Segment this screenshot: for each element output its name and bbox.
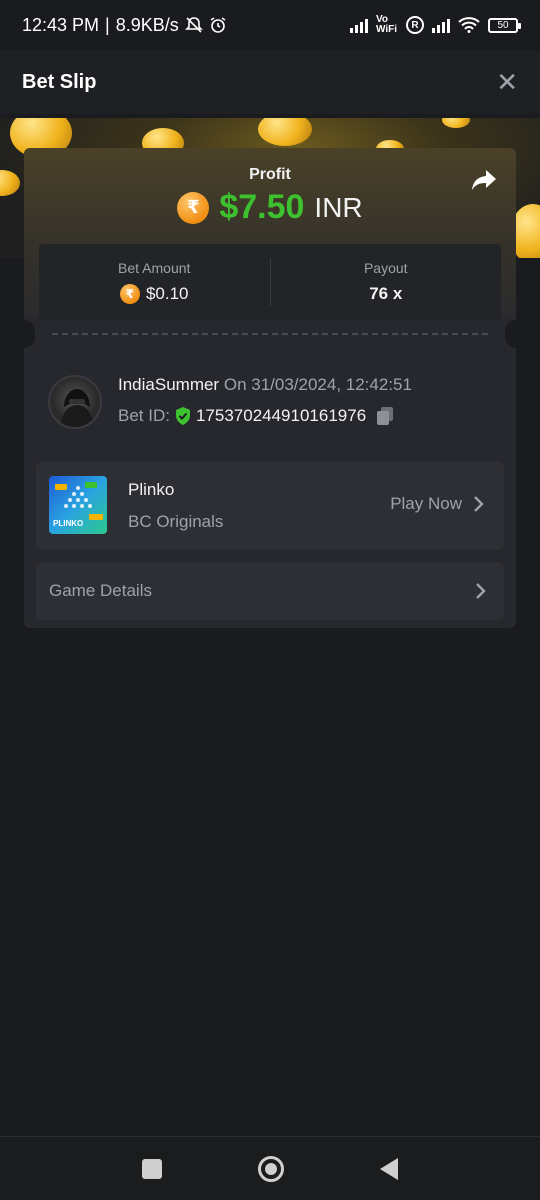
bet-amount-value: $0.10 bbox=[145, 284, 189, 303]
chevron-right-icon bbox=[476, 583, 486, 599]
bet-date: On 31/03/2024, 12:42:51 bbox=[223, 375, 412, 394]
status-left: 12:43 PM | 8.9KB/s bbox=[22, 15, 227, 36]
bet-slip-card: Profit ₹ $7.50 INR Bet Amount ₹ $0.10 Pa… bbox=[24, 148, 516, 628]
status-net-speed: 8.9KB/s bbox=[115, 14, 179, 35]
bet-id-value: 175370244910161976 bbox=[195, 406, 367, 425]
game-name: Plinko bbox=[128, 480, 175, 499]
rupee-coin-icon: ₹ bbox=[119, 284, 140, 304]
profit-currency: INR bbox=[314, 191, 363, 223]
bet-id-label: Bet ID: bbox=[118, 406, 170, 425]
game-thumbnail[interactable]: PLINKO bbox=[49, 476, 107, 534]
battery-icon: 50 bbox=[488, 17, 521, 33]
status-bar: 12:43 PM | 8.9KB/s Vo WiFi R 50 bbox=[0, 0, 540, 50]
avatar[interactable] bbox=[48, 375, 102, 429]
bet-amount-label: Bet Amount bbox=[118, 260, 191, 276]
user-name[interactable]: IndiaSummer bbox=[118, 375, 219, 394]
status-right: Vo WiFi R 50 bbox=[350, 14, 521, 35]
bet-amount-column: Bet Amount ₹ $0.10 bbox=[39, 244, 270, 320]
chevron-right-icon bbox=[474, 496, 484, 512]
back-button[interactable] bbox=[380, 1157, 398, 1180]
signal-icon-2 bbox=[432, 17, 450, 33]
bet-summary: Bet Amount ₹ $0.10 Payout 76 x bbox=[39, 244, 501, 320]
header: Bet Slip ✕ bbox=[0, 50, 540, 114]
alarm-icon bbox=[210, 17, 226, 33]
payout-value: 76 x bbox=[369, 284, 403, 303]
game-row[interactable]: PLINKO Plinko BC Originals Play Now bbox=[36, 462, 504, 550]
payout-label: Payout bbox=[363, 260, 408, 276]
bet-amount-value-row: ₹ $0.10 bbox=[119, 284, 189, 304]
status-time: 12:43 PM bbox=[22, 14, 100, 35]
vowifi-icon: Vo WiFi bbox=[376, 14, 398, 35]
bet-id-row: Bet ID: 175370244910161976 bbox=[118, 406, 394, 426]
user-info: IndiaSummer On 31/03/2024, 12:42:51 Bet … bbox=[48, 373, 492, 429]
coin-decoration bbox=[0, 170, 20, 196]
profit-label: Profit bbox=[249, 166, 291, 183]
hooded-user-icon bbox=[60, 389, 94, 427]
recents-button[interactable] bbox=[142, 1158, 162, 1179]
share-icon[interactable] bbox=[470, 168, 498, 192]
game-thumb-label: PLINKO bbox=[53, 519, 84, 528]
r-icon: R bbox=[406, 16, 424, 34]
system-nav-bar bbox=[0, 1136, 540, 1200]
profit-section: Profit ₹ $7.50 INR Bet Amount ₹ $0.10 Pa… bbox=[24, 148, 516, 320]
game-details-label: Game Details bbox=[49, 581, 152, 600]
signal-icon bbox=[350, 17, 368, 33]
wifi-icon bbox=[458, 17, 480, 33]
copy-icon[interactable] bbox=[376, 406, 394, 426]
mute-bell-icon bbox=[184, 17, 203, 33]
play-now-button[interactable]: Play Now bbox=[390, 494, 484, 514]
ticket-separator bbox=[24, 320, 516, 350]
coin-decoration bbox=[442, 118, 470, 128]
status-separator: | bbox=[105, 14, 110, 35]
home-button[interactable] bbox=[258, 1155, 284, 1182]
profit-row: ₹ $7.50 INR bbox=[24, 188, 516, 227]
play-now-label: Play Now bbox=[390, 494, 462, 513]
close-button[interactable]: ✕ bbox=[496, 69, 518, 95]
payout-column: Payout 76 x bbox=[271, 244, 502, 320]
verified-shield-icon bbox=[175, 407, 190, 425]
ticket-notch-right bbox=[505, 320, 516, 348]
home-icon bbox=[265, 1162, 277, 1175]
screen: 12:43 PM | 8.9KB/s Vo WiFi R 50 Bet Slip… bbox=[0, 0, 540, 1200]
coin-decoration bbox=[258, 118, 312, 146]
game-provider: BC Originals bbox=[128, 512, 224, 531]
page-title: Bet Slip bbox=[22, 70, 97, 93]
ticket-notch-left bbox=[24, 320, 35, 348]
profit-amount: $7.50 bbox=[219, 188, 305, 226]
game-details-row[interactable]: Game Details bbox=[36, 562, 504, 620]
rupee-coin-icon: ₹ bbox=[177, 191, 210, 224]
dashed-divider bbox=[52, 333, 488, 335]
user-name-row: IndiaSummer On 31/03/2024, 12:42:51 bbox=[118, 375, 412, 395]
